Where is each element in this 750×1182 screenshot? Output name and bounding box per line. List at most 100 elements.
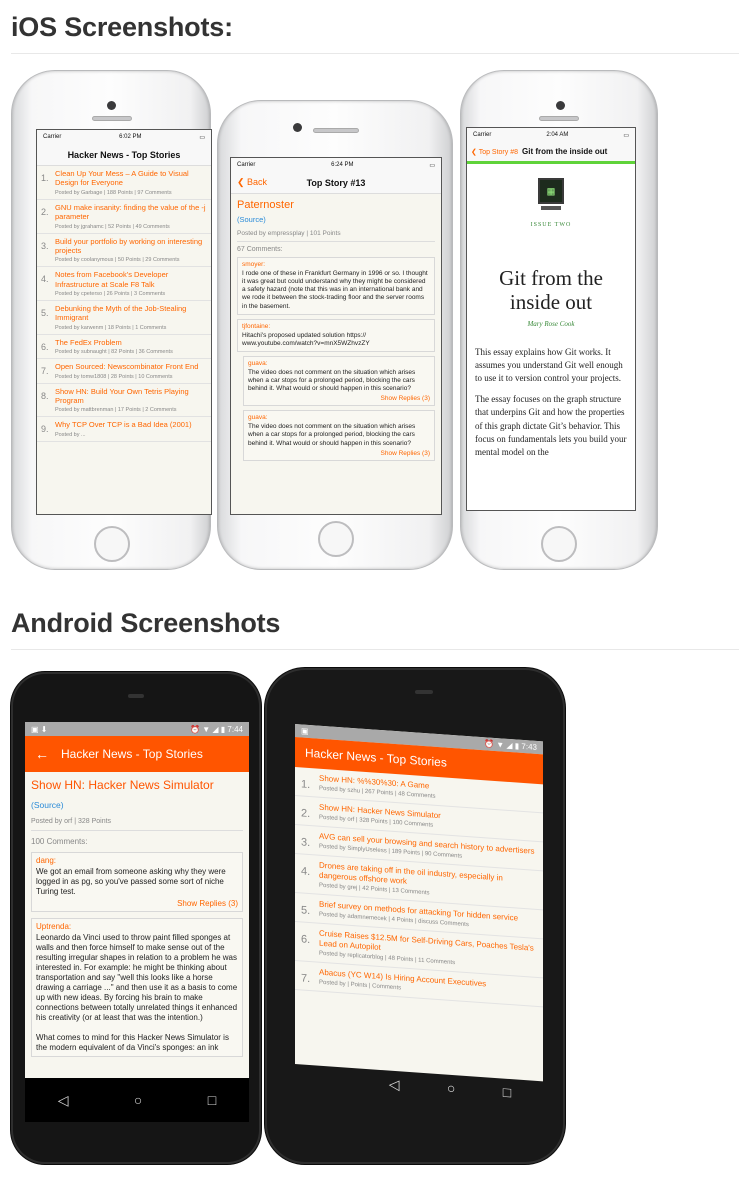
status-bar: Carrier 6:24 PM ▭ <box>231 158 441 172</box>
iphone-device-1: Carrier 6:02 PM ▭ Hacker News - Top Stor… <box>11 70 212 570</box>
comment-card: dang: We got an email from someone asking… <box>31 852 243 912</box>
show-replies-link[interactable]: Show Replies (3) <box>36 899 238 908</box>
issue-label: ISSUE TWO <box>530 222 572 228</box>
source-link[interactable]: (Source) <box>237 215 435 224</box>
story-number: 3. <box>41 240 49 251</box>
home-button[interactable] <box>318 521 354 557</box>
nav-title: Top Story #13 <box>306 177 366 188</box>
nav-bar: ❮ Back Top Story #13 <box>231 172 441 194</box>
home-button[interactable] <box>94 526 130 562</box>
comment-author[interactable]: smoyer: <box>242 261 430 268</box>
story-meta: Posted by ... <box>55 431 86 438</box>
story-title: Show HN: Hacker News Simulator <box>31 778 214 792</box>
comment-author[interactable]: tjfontaine: <box>242 323 430 330</box>
comment-author[interactable]: dang: <box>36 856 238 865</box>
speaker-grill <box>539 116 579 121</box>
story-row[interactable]: 7. Open Sourced: Newscombinator Front End… <box>37 359 211 384</box>
source-link[interactable]: (Source) <box>31 800 243 810</box>
comment-text: I rode one of these in Frankfurt Germany… <box>242 270 428 310</box>
story-row[interactable]: 9. Why TCP Over TCP is a Bad Idea (2001) P… <box>37 417 211 442</box>
home-nav-icon[interactable]: ○ <box>134 1092 142 1108</box>
battery-icon: ▭ <box>429 162 435 169</box>
article-heading: Git from the inside out <box>499 266 603 315</box>
story-title: Paternoster <box>237 199 294 211</box>
battery-icon: ▭ <box>623 132 629 139</box>
clock: 2:04 AM <box>546 132 569 138</box>
story-number: 4. <box>301 865 311 879</box>
story-row[interactable]: 3. Build your portfolio by working on int… <box>37 234 211 268</box>
iphone-screen-story-detail: Carrier 6:24 PM ▭ ❮ Back Top Story #13 P… <box>230 157 442 515</box>
clock: ⏰ ▼ ◢ ▮ 7:44 <box>190 724 243 734</box>
front-camera <box>107 101 116 110</box>
heading-divider <box>11 649 739 650</box>
comment-text: We got an email from someone asking why … <box>36 867 226 896</box>
story-row[interactable]: 1. Clean Up Your Mess – A Guide to Visual… <box>37 166 211 200</box>
comment-card: tjfontaine: Hitachi's proposed updated so… <box>237 318 435 352</box>
story-meta: Posted by cpeterso | 26 Points | 3 Comme… <box>55 291 166 297</box>
ios-screenshots-heading: iOS Screenshots: <box>11 12 233 42</box>
comment-author[interactable]: Uptrenda: <box>36 922 238 931</box>
chevron-left-icon: ❮ <box>237 177 248 187</box>
article-paragraph-1: This essay explains how Git works. It as… <box>475 347 623 384</box>
heading-divider <box>11 53 739 54</box>
story-row[interactable]: 6. The FedEx Problem Posted by subnaught |… <box>37 335 211 360</box>
nav-title: Git from the inside out <box>522 147 608 156</box>
story-list: 1. Show HN: %%30%30: A Game Posted by szhu… <box>295 767 543 1008</box>
nav-bar: ❮ Top Story #8 Git from the inside out <box>467 142 635 164</box>
story-row[interactable]: 2. GNU make insanity: finding the value o… <box>37 200 211 234</box>
comment-text: The video does not comment on the situat… <box>248 368 416 393</box>
story-number: 5. <box>301 904 311 918</box>
comment-list: smoyer: I rode one of these in Frankfurt … <box>231 257 441 461</box>
back-nav-icon[interactable]: ◁ <box>58 1092 69 1109</box>
story-title: The FedEx Problem <box>55 337 122 347</box>
back-button[interactable]: ❮ Back <box>237 177 267 188</box>
show-replies-link[interactable]: Show Replies (3) <box>248 395 431 402</box>
story-number: 6. <box>41 341 49 352</box>
story-meta: Posted by jgrahamc | 52 Points | 49 Comm… <box>55 223 170 230</box>
story-number: 3. <box>301 836 311 850</box>
home-nav-icon[interactable]: ○ <box>447 1080 455 1097</box>
app-bar-title: Hacker News - Top Stories <box>305 745 447 770</box>
android-nav-bar: ◁ ○ □ <box>25 1078 249 1122</box>
android-device-2: ▣ ⏰ ▼ ◢ ▮ 7:43 Hacker News - Top Stories… <box>265 668 565 1164</box>
back-button[interactable]: ❮ Top Story #8 <box>471 148 518 156</box>
story-title: Show HN: Build Your Own Tetris Playing P… <box>55 386 189 405</box>
speaker-grill <box>313 128 359 133</box>
story-title: Build your portfolio by working on inter… <box>55 236 203 255</box>
story-number: 4. <box>41 274 49 285</box>
android-screen-story-detail: ▣ ⬇ ⏰ ▼ ◢ ▮ 7:44 ← Hacker News - Top Sto… <box>25 722 249 1078</box>
front-camera <box>293 123 302 132</box>
recents-nav-icon[interactable]: □ <box>208 1092 216 1108</box>
story-number: 9. <box>41 424 49 435</box>
status-bar: Carrier 6:02 PM ▭ <box>37 130 211 144</box>
article-author: Mary Rose Cook <box>527 320 575 329</box>
comment-card: smoyer: I rode one of these in Frankfurt … <box>237 257 435 315</box>
comment-list: dang: We got an email from someone asking… <box>25 852 249 1057</box>
comment-text: Leonardo da Vinci used to throw paint fi… <box>36 933 238 1052</box>
story-row[interactable]: 5. Debunking the Myth of the Job-Stealing… <box>37 301 211 335</box>
story-number: 7. <box>41 366 49 377</box>
show-replies-link[interactable]: Show Replies (3) <box>248 450 431 457</box>
story-row[interactable]: 4. Notes from Facebook’s Developer Infras… <box>37 267 211 301</box>
posted-by: Posted by orf | 328 Points <box>31 818 243 831</box>
arrow-back-icon[interactable]: ← <box>35 746 49 762</box>
app-bar: ← Hacker News - Top Stories <box>25 736 249 772</box>
story-title: Notes from Facebook’s Developer Infrastr… <box>55 270 169 289</box>
nav-bar: Hacker News - Top Stories <box>37 144 211 166</box>
story-meta: Posted by tomw1808 | 28 Points | 10 Comm… <box>55 373 173 380</box>
status-bar: ▣ ⬇ ⏰ ▼ ◢ ▮ 7:44 <box>25 722 249 736</box>
home-button[interactable] <box>541 526 577 562</box>
comments-count: 100 Comments: <box>31 837 88 846</box>
iphone-screen-top-stories: Carrier 6:02 PM ▭ Hacker News - Top Stor… <box>36 129 212 515</box>
clock: 6:02 PM <box>119 134 142 140</box>
back-nav-icon[interactable]: ◁ <box>389 1075 400 1093</box>
story-number: 5. <box>41 308 49 318</box>
comment-author[interactable]: guava: <box>248 360 430 367</box>
story-row[interactable]: 8. Show HN: Build Your Own Tetris Playing… <box>37 384 211 418</box>
recents-nav-icon[interactable]: □ <box>503 1084 511 1101</box>
comment-card: guava: The video does not comment on the … <box>243 410 435 461</box>
comment-author[interactable]: guava: <box>248 414 430 421</box>
story-title: Why TCP Over TCP is a Bad Idea (2001) <box>55 420 192 430</box>
carrier-label: Carrier <box>237 162 256 168</box>
comments-count: 67 Comments: <box>237 246 283 253</box>
